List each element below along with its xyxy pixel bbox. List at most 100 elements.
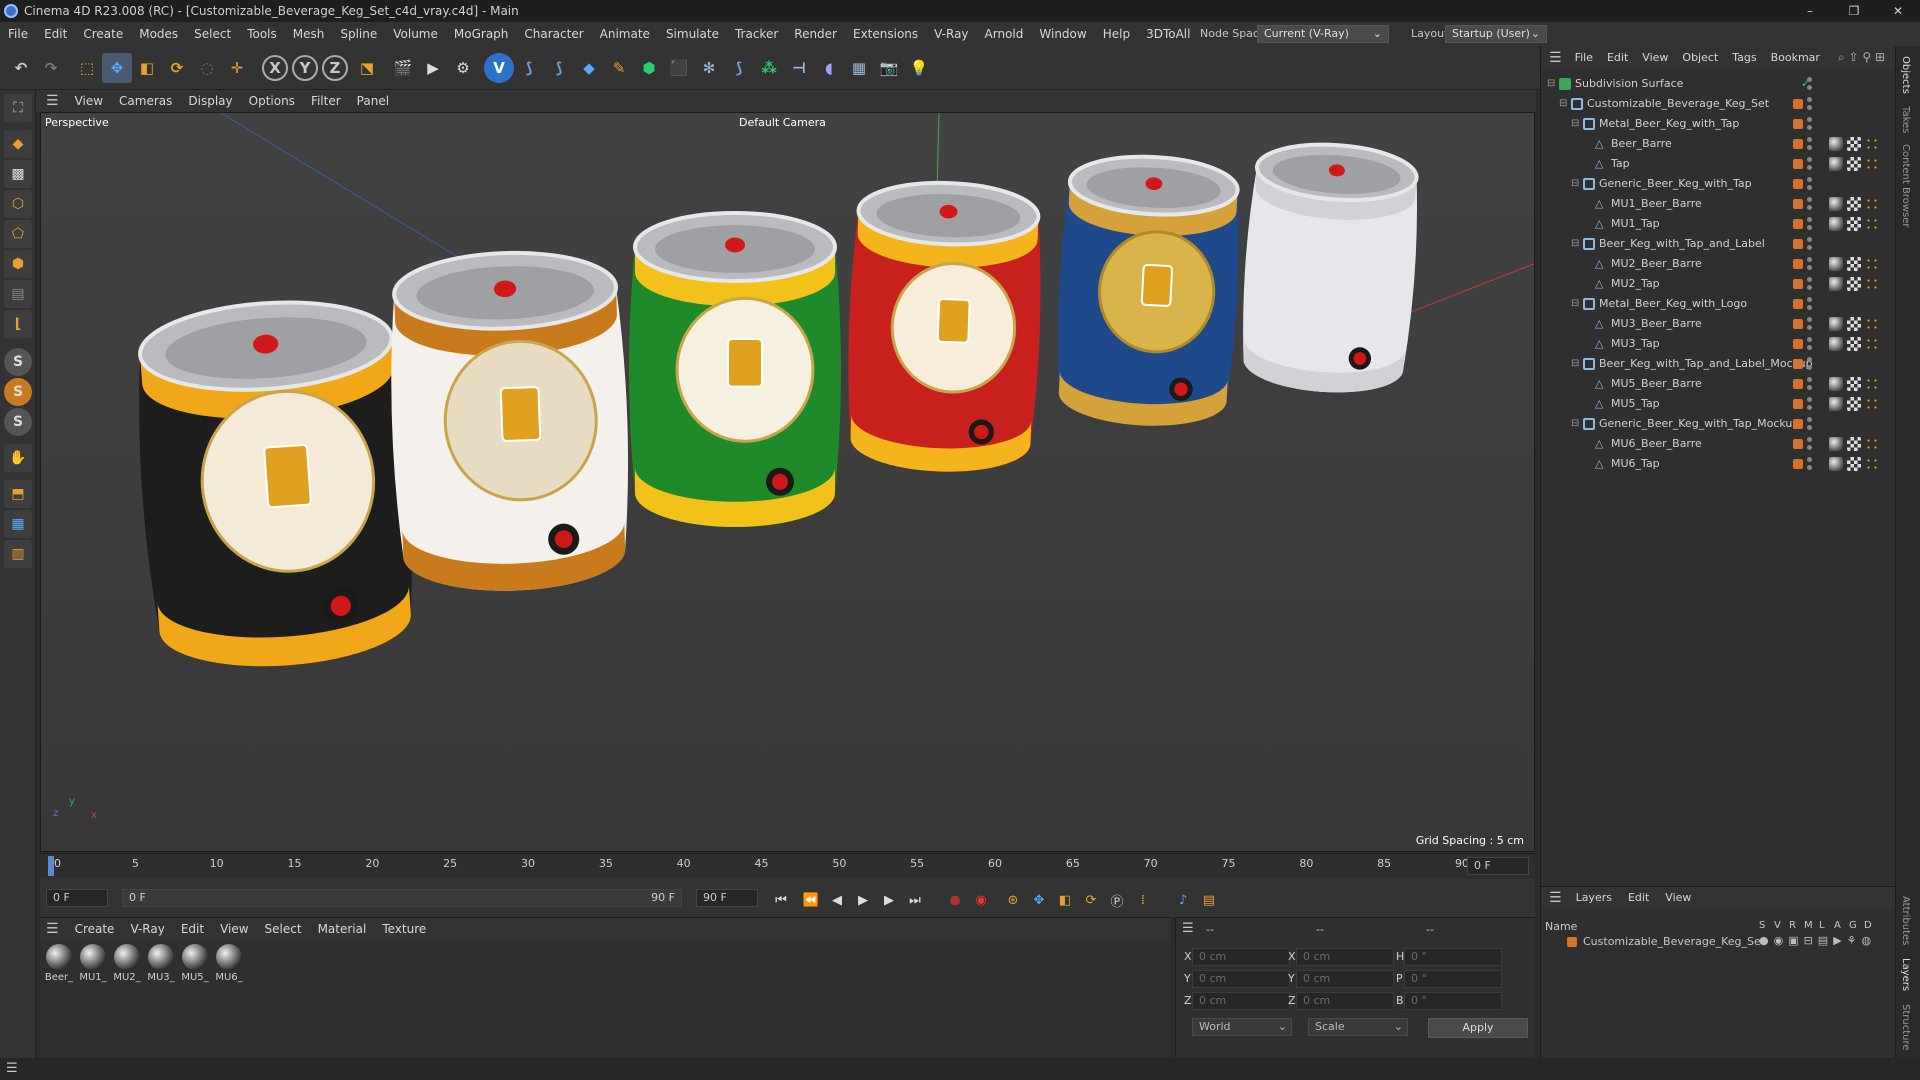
- material-menu-material[interactable]: Material: [310, 917, 375, 941]
- selection-tag-icon[interactable]: [1865, 457, 1879, 471]
- keg-model[interactable]: [1237, 139, 1423, 397]
- object-menu-object[interactable]: Object: [1675, 46, 1725, 70]
- keyframe-selection-icon[interactable]: ⊛: [1002, 889, 1024, 911]
- object-row[interactable]: △ MU3_Beer_Barre: [1541, 314, 1896, 334]
- object-row[interactable]: ⊟ Generic_Beer_Keg_with_Tap_Mockup: [1541, 414, 1896, 434]
- layer-menu-edit[interactable]: Edit: [1620, 886, 1657, 910]
- uvw-tag-icon[interactable]: [1847, 257, 1861, 271]
- material-swatch[interactable]: MU1_: [78, 944, 108, 983]
- vray-material-tag-icon[interactable]: [1829, 397, 1843, 411]
- menu-animate[interactable]: Animate: [592, 22, 658, 46]
- extrude-icon[interactable]: ⬛: [664, 53, 694, 83]
- keg-model[interactable]: [629, 211, 841, 527]
- coord-value-field[interactable]: 0 cm: [1192, 948, 1290, 966]
- deformer-icon[interactable]: ⊣: [784, 53, 814, 83]
- vray-icon[interactable]: V: [484, 53, 514, 83]
- object-row[interactable]: △ MU2_Tap: [1541, 274, 1896, 294]
- layout-dropdown[interactable]: Startup (User) ⌄: [1445, 25, 1547, 43]
- layer-color-swatch[interactable]: [1793, 119, 1803, 129]
- coord-value-field[interactable]: 0 cm: [1192, 970, 1290, 988]
- menu-mesh[interactable]: Mesh: [285, 22, 333, 46]
- menu-help[interactable]: Help: [1095, 22, 1138, 46]
- coord-value-field[interactable]: 0 cm: [1192, 992, 1290, 1010]
- mograph-cloner-icon[interactable]: ✻: [694, 53, 724, 83]
- x-axis-lock-icon[interactable]: X: [262, 55, 288, 81]
- vray-material-tag-icon[interactable]: [1829, 437, 1843, 451]
- object-name[interactable]: Beer_Keg_with_Tap_and_Label: [1599, 234, 1765, 254]
- layer-color-swatch[interactable]: [1793, 359, 1803, 369]
- hamburger-menu-icon[interactable]: ☰: [1182, 921, 1194, 936]
- grid-plane-icon[interactable]: ▦: [4, 510, 32, 538]
- layer-color-swatch[interactable]: [1793, 159, 1803, 169]
- axis-mode-icon[interactable]: ⌊: [4, 310, 32, 338]
- layer-color-swatch[interactable]: [1793, 459, 1803, 469]
- z-axis-lock-icon[interactable]: Z: [322, 55, 348, 81]
- coord-value-field[interactable]: 0 °: [1404, 992, 1502, 1010]
- layer-toggle-icons[interactable]: ●◉▣⊟▤▶⚘◍: [1759, 934, 1876, 947]
- material-menu-view[interactable]: View: [212, 917, 256, 941]
- hamburger-menu-icon[interactable]: ☰: [6, 1061, 18, 1076]
- render-visibility-dot[interactable]: [1807, 285, 1812, 290]
- layer-menu-view[interactable]: View: [1657, 886, 1699, 910]
- move-tool-icon[interactable]: ✥: [102, 53, 132, 83]
- layer-column-s[interactable]: S: [1759, 920, 1765, 931]
- object-manager-tools-icons[interactable]: ⌕ ⇧ ⚲ ⊞: [1838, 50, 1885, 65]
- redo-icon[interactable]: ↷: [36, 53, 66, 83]
- rotation-key-icon[interactable]: ⟳: [1080, 889, 1102, 911]
- object-row[interactable]: ⊟ Beer_Keg_with_Tap_and_Label: [1541, 234, 1896, 254]
- uvw-tag-icon[interactable]: [1847, 197, 1861, 211]
- vray-material-tag-icon[interactable]: [1829, 217, 1843, 231]
- selection-tag-icon[interactable]: [1865, 397, 1879, 411]
- editor-visibility-dot[interactable]: [1807, 177, 1812, 182]
- editor-visibility-dot[interactable]: [1807, 157, 1812, 162]
- editor-visibility-dot[interactable]: [1807, 237, 1812, 242]
- uvw-tag-icon[interactable]: [1847, 317, 1861, 331]
- render-visibility-dot[interactable]: [1807, 325, 1812, 330]
- selection-tag-icon[interactable]: [1865, 317, 1879, 331]
- uvw-tag-icon[interactable]: [1847, 277, 1861, 291]
- viewport-menu-cameras[interactable]: Cameras: [111, 89, 180, 113]
- subdivision-icon[interactable]: ⬢: [634, 53, 664, 83]
- texture-mode-icon[interactable]: ▩: [4, 160, 32, 188]
- coordinate-space-dropdown[interactable]: World ⌄: [1192, 1018, 1292, 1036]
- object-name[interactable]: MU3_Beer_Barre: [1611, 314, 1702, 334]
- selection-tag-icon[interactable]: [1865, 437, 1879, 451]
- hamburger-menu-icon[interactable]: ☰: [46, 93, 59, 109]
- coord-value-field[interactable]: 0 cm: [1296, 970, 1394, 988]
- editor-visibility-dot[interactable]: [1807, 337, 1812, 342]
- selection-tag-icon[interactable]: [1865, 197, 1879, 211]
- menu-character[interactable]: Character: [516, 22, 591, 46]
- object-row[interactable]: △ MU5_Tap: [1541, 394, 1896, 414]
- layer-column-l[interactable]: L: [1819, 920, 1825, 931]
- expand-toggle-icon[interactable]: ⊟: [1571, 414, 1579, 434]
- object-name[interactable]: Metal_Beer_Keg_with_Tap: [1599, 114, 1739, 134]
- layer-color-swatch[interactable]: [1793, 99, 1803, 109]
- render-visibility-dot[interactable]: [1807, 125, 1812, 130]
- object-row[interactable]: △ MU2_Beer_Barre: [1541, 254, 1896, 274]
- material-menu-create[interactable]: Create: [67, 917, 123, 941]
- recent-tool-icon[interactable]: ◌: [192, 53, 222, 83]
- selection-tag-icon[interactable]: [1865, 257, 1879, 271]
- maximize-button[interactable]: ❐: [1832, 0, 1876, 22]
- uvw-tag-icon[interactable]: [1847, 137, 1861, 151]
- layer-column-a[interactable]: A: [1834, 920, 1841, 931]
- edges-mode-icon[interactable]: ⬠: [4, 220, 32, 248]
- object-row[interactable]: ⊟ Beer_Keg_with_Tap_and_Label_Mockup: [1541, 354, 1896, 374]
- tab-structure[interactable]: Structure: [1900, 1004, 1911, 1051]
- expand-toggle-icon[interactable]: ⊟: [1571, 294, 1579, 314]
- render-visibility-dot[interactable]: [1807, 465, 1812, 470]
- material-swatch[interactable]: MU6_: [214, 944, 244, 983]
- menu-arnold[interactable]: Arnold: [977, 22, 1032, 46]
- layer-name[interactable]: Customizable_Beverage_Keg_Set: [1583, 935, 1765, 948]
- object-row[interactable]: △ Tap: [1541, 154, 1896, 174]
- menu-window[interactable]: Window: [1031, 22, 1094, 46]
- viewport-menu-panel[interactable]: Panel: [349, 89, 397, 113]
- object-menu-view[interactable]: View: [1635, 46, 1675, 70]
- uvw-tag-icon[interactable]: [1847, 437, 1861, 451]
- scale-tool-icon[interactable]: ◧: [132, 53, 162, 83]
- layer-color-swatch[interactable]: [1793, 419, 1803, 429]
- render-visibility-dot[interactable]: [1807, 225, 1812, 230]
- play-icon[interactable]: ▶: [852, 889, 874, 911]
- frame-range-slider[interactable]: 0 F 90 F: [122, 889, 682, 907]
- viewport-menu-display[interactable]: Display: [180, 89, 240, 113]
